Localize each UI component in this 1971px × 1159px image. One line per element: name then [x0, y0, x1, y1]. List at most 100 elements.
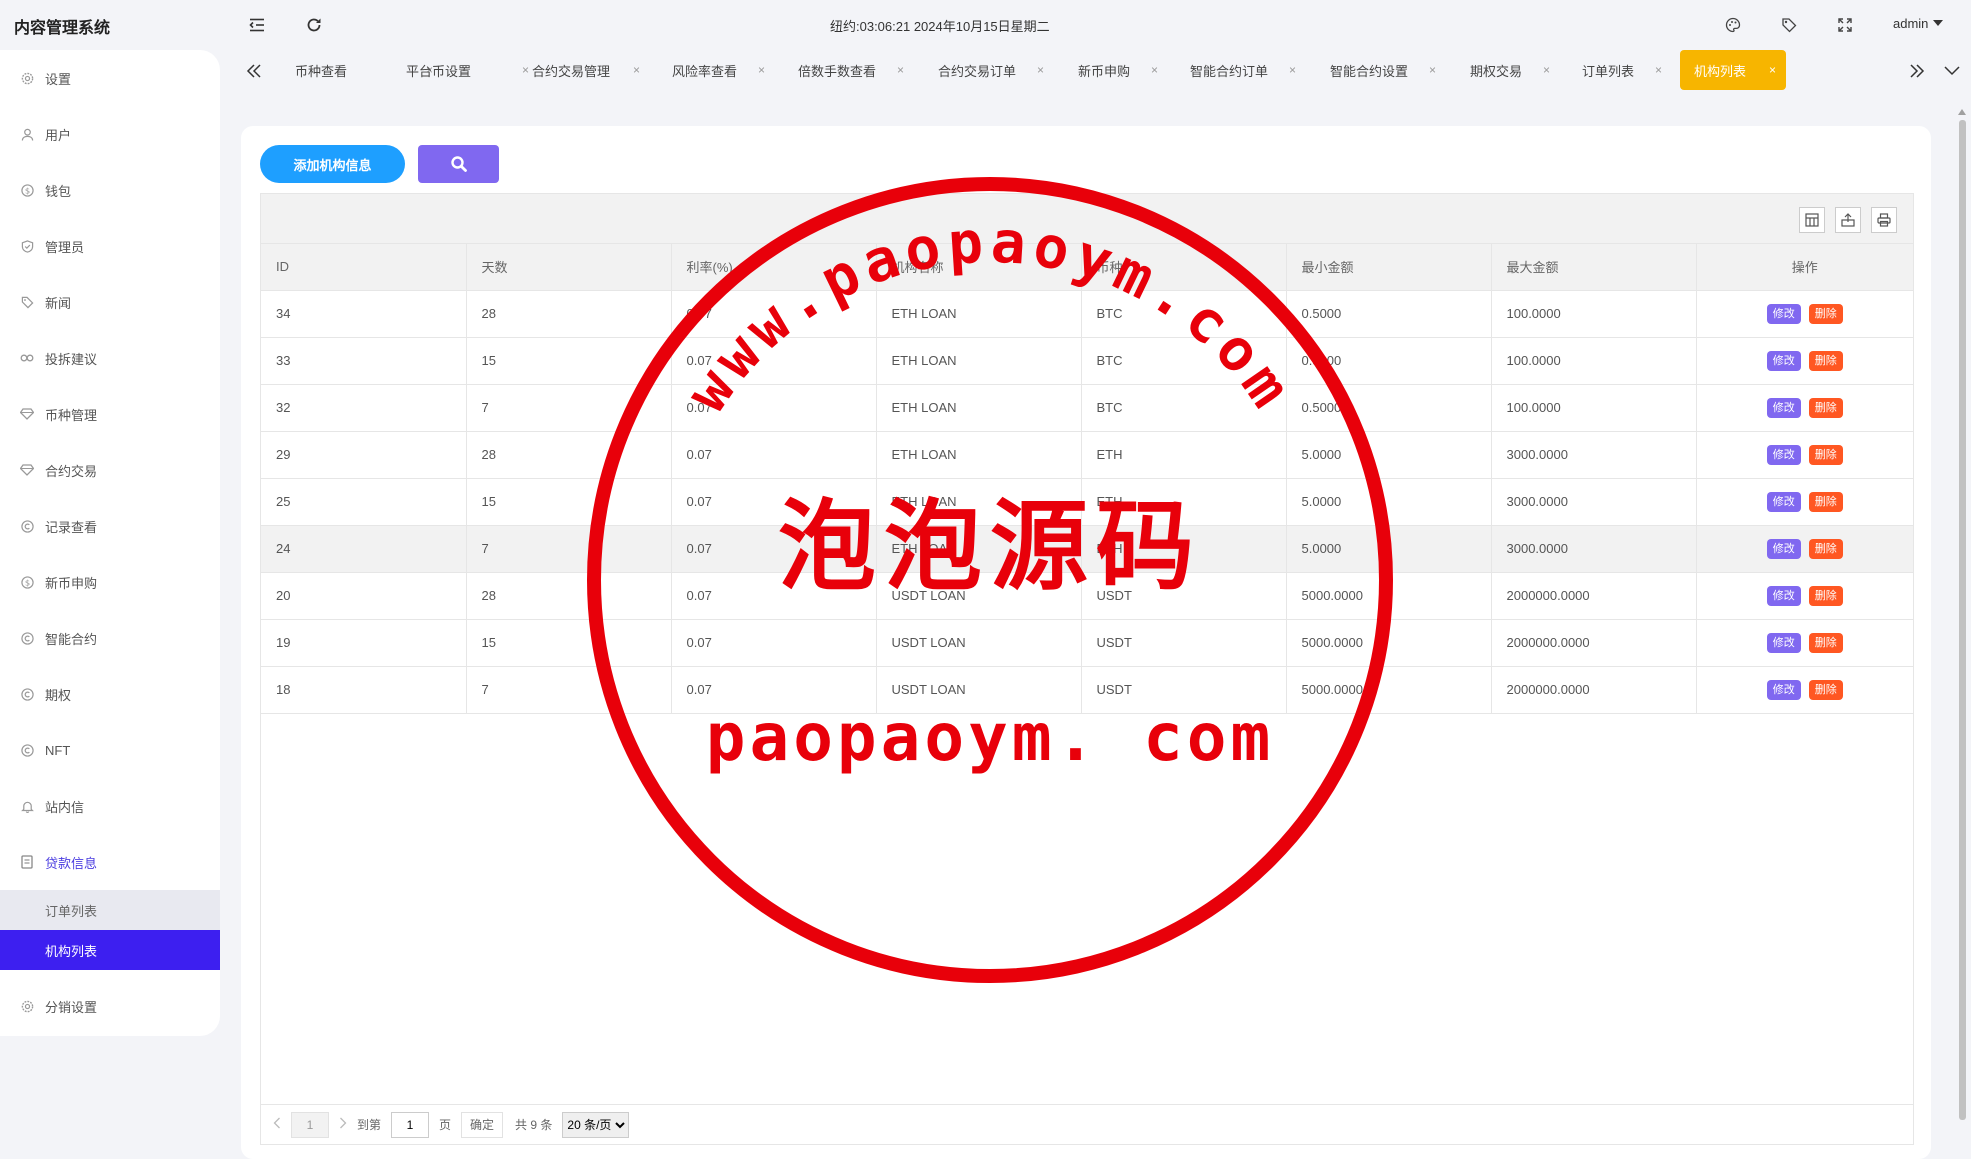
edit-button[interactable]: 修改	[1766, 632, 1801, 653]
delete-button[interactable]: 删除	[1808, 397, 1843, 418]
delete-button[interactable]: 删除	[1808, 303, 1843, 324]
edit-button[interactable]: 修改	[1766, 585, 1801, 606]
add-institution-button[interactable]: 添加机构信息	[260, 145, 405, 183]
sidebar-item-label: 贷款信息	[45, 855, 98, 871]
sidebar-item-wallet[interactable]: $ 钱包	[0, 162, 220, 218]
tab-label: 智能合约设置	[1330, 63, 1409, 79]
tab-scroll-left-icon[interactable]	[241, 58, 267, 84]
sidebar-item-nft[interactable]: NFT	[0, 722, 220, 778]
edit-button[interactable]: 修改	[1766, 491, 1801, 512]
edit-button[interactable]: 修改	[1766, 303, 1801, 324]
sidebar-item-suggestions[interactable]: 投拆建议	[0, 330, 220, 386]
columns-filter-icon[interactable]	[1799, 207, 1825, 233]
tab-contract-orders[interactable]: 合约交易订单 ×	[938, 50, 1044, 90]
tab-smart-contract-settings[interactable]: 智能合约设置 ×	[1330, 50, 1436, 90]
tab-label: 合约交易订单	[938, 63, 1017, 79]
delete-button[interactable]: 删除	[1808, 444, 1843, 465]
export-icon[interactable]	[1835, 207, 1861, 233]
close-icon[interactable]: ×	[1289, 63, 1296, 77]
page-scrollbar[interactable]	[1955, 108, 1969, 1159]
column-header[interactable]: 最大金额	[1491, 244, 1697, 291]
page-number-current[interactable]: 1	[291, 1111, 329, 1138]
user-menu[interactable]: admin	[1893, 16, 1944, 31]
column-header[interactable]: 最小金额	[1286, 244, 1492, 291]
fullscreen-icon[interactable]	[1834, 14, 1856, 36]
close-icon[interactable]: ×	[1429, 63, 1436, 77]
goto-confirm-button[interactable]: 确定	[461, 1111, 504, 1138]
tab-currency-view[interactable]: 币种查看 ×	[295, 50, 433, 90]
pagination: 1 到第 页 确定 共 9 条 20 条/页	[261, 1104, 1913, 1144]
print-icon[interactable]	[1871, 207, 1897, 233]
goto-page-input[interactable]	[391, 1111, 430, 1138]
tab-multiplier-view[interactable]: 倍数手数查看 ×	[798, 50, 904, 90]
scroll-up-icon[interactable]	[1958, 109, 1966, 115]
search-button[interactable]	[418, 145, 499, 183]
tab-menu-chevron-down-icon[interactable]	[1939, 58, 1965, 84]
close-icon[interactable]: ×	[1543, 63, 1550, 77]
sidebar-item-news[interactable]: 新闻	[0, 274, 220, 330]
sidebar-item-contract-trade[interactable]: 合约交易	[0, 442, 220, 498]
sidebar-subitem-order-list[interactable]: 订单列表	[0, 890, 220, 930]
institution-table: ID 天数 利率(%) 机构名称 币种 最小金额 最大金额 操作 34 28 0.0…	[261, 244, 1913, 714]
close-icon[interactable]: ×	[1655, 63, 1662, 77]
close-icon[interactable]: ×	[1769, 63, 1776, 77]
edit-button[interactable]: 修改	[1766, 538, 1801, 559]
refresh-icon[interactable]	[303, 14, 325, 36]
sidebar-item-options[interactable]: 期权	[0, 666, 220, 722]
delete-button[interactable]: 删除	[1808, 585, 1843, 606]
close-icon[interactable]: ×	[1151, 63, 1158, 77]
column-header[interactable]: 天数	[466, 244, 672, 291]
sidebar-item-distribution-settings[interactable]: 分销设置	[0, 978, 220, 1034]
column-header[interactable]: ID	[261, 244, 467, 291]
tab-label: 期权交易	[1470, 63, 1523, 79]
column-header[interactable]: 币种	[1081, 244, 1287, 291]
sidebar-item-records[interactable]: 记录查看	[0, 498, 220, 554]
close-icon[interactable]: ×	[633, 63, 640, 77]
tag-icon[interactable]	[1778, 14, 1800, 36]
sidebar-item-loans[interactable]: 贷款信息	[0, 834, 220, 890]
table-cell: 0.07	[671, 619, 877, 667]
close-icon[interactable]: ×	[897, 63, 904, 77]
close-icon[interactable]: ×	[1037, 63, 1044, 77]
sidebar-item-settings[interactable]: 设置	[0, 50, 220, 106]
sidebar-item-users[interactable]: 用户	[0, 106, 220, 162]
column-header[interactable]: 利率(%)	[671, 244, 877, 291]
tab-platform-coin-settings[interactable]: 平台币设置 ×	[406, 50, 529, 90]
page-size-select[interactable]: 20 条/页	[562, 1111, 630, 1138]
tab-order-list[interactable]: 订单列表 ×	[1582, 50, 1662, 90]
search-icon	[450, 156, 467, 172]
prev-page-icon[interactable]	[273, 1117, 281, 1132]
edit-button[interactable]: 修改	[1766, 350, 1801, 371]
table-cell: 100.0000	[1491, 384, 1697, 432]
edit-button[interactable]: 修改	[1766, 397, 1801, 418]
tab-scroll-right-icon[interactable]	[1904, 58, 1930, 84]
tab-contract-trade-mgmt[interactable]: 合约交易管理 ×	[532, 50, 640, 90]
delete-button[interactable]: 删除	[1808, 491, 1843, 512]
delete-button[interactable]: 删除	[1808, 538, 1843, 559]
delete-button[interactable]: 删除	[1808, 350, 1843, 371]
tab-options-trade[interactable]: 期权交易 ×	[1470, 50, 1550, 90]
column-header[interactable]: 机构名称	[876, 244, 1082, 291]
tab-risk-rate-view[interactable]: 风险率查看 ×	[672, 50, 765, 90]
next-page-icon[interactable]	[339, 1117, 347, 1132]
tab-smart-contract-orders[interactable]: 智能合约订单 ×	[1190, 50, 1296, 90]
tab-institution-list[interactable]: 机构列表 ×	[1680, 50, 1787, 90]
sidebar-item-admins[interactable]: 管理员	[0, 218, 220, 274]
close-icon[interactable]: ×	[758, 63, 765, 77]
sidebar-subitem-institution-list[interactable]: 机构列表	[0, 930, 220, 970]
scrollbar-thumb[interactable]	[1959, 120, 1966, 1120]
palette-icon[interactable]	[1722, 14, 1744, 36]
sidebar-item-currency[interactable]: 币种管理	[0, 386, 220, 442]
edit-button[interactable]: 修改	[1766, 679, 1801, 700]
sidebar-item-smart-contract[interactable]: 智能合约	[0, 610, 220, 666]
sidebar-item-messages[interactable]: 站内信	[0, 778, 220, 834]
delete-button[interactable]: 删除	[1808, 632, 1843, 653]
sidebar-item-ipo[interactable]: $ 新币申购	[0, 554, 220, 610]
edit-button[interactable]: 修改	[1766, 444, 1801, 465]
close-icon[interactable]: ×	[522, 63, 529, 77]
sidebar-item-label: 用户	[45, 127, 72, 143]
table-cell: ETH	[1081, 478, 1287, 526]
collapse-menu-icon[interactable]	[246, 14, 268, 36]
delete-button[interactable]: 删除	[1808, 679, 1843, 700]
tab-new-coin-ipo[interactable]: 新币申购 ×	[1078, 50, 1158, 90]
